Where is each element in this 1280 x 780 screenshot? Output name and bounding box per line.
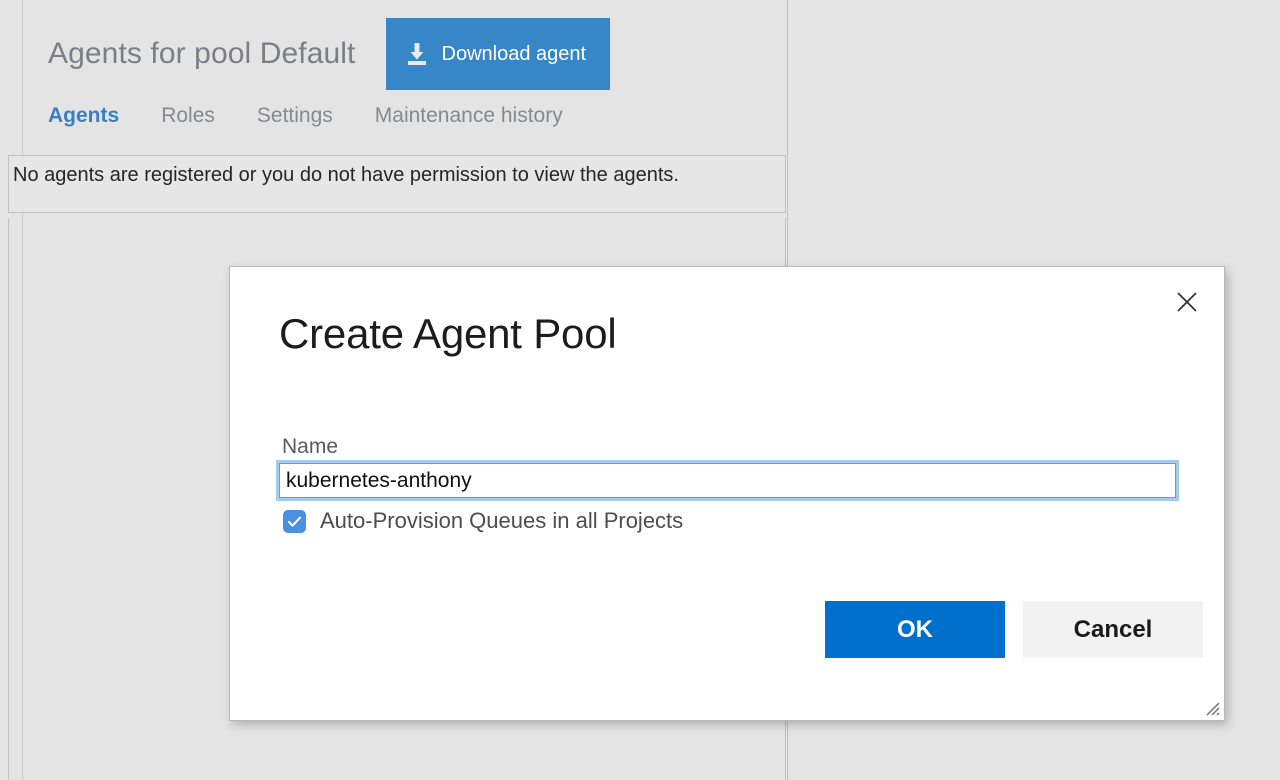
pool-name-input[interactable] <box>276 460 1179 501</box>
resize-grip-icon[interactable] <box>1203 699 1221 717</box>
close-icon[interactable] <box>1170 285 1204 319</box>
page-header: Agents for pool Default Download agent <box>48 18 611 90</box>
name-field-label: Name <box>282 435 339 458</box>
tab-maintenance-history-label: Maintenance history <box>374 104 563 127</box>
dialog-button-row: OK Cancel <box>825 601 1203 658</box>
tab-settings[interactable]: Settings <box>257 104 333 128</box>
download-agent-button[interactable]: Download agent <box>385 18 611 90</box>
cancel-button[interactable]: Cancel <box>1023 601 1203 658</box>
tab-maintenance-history[interactable]: Maintenance history <box>375 104 563 128</box>
tab-agents-label: Agents <box>48 104 120 127</box>
download-agent-label: Download agent <box>441 42 587 65</box>
tab-agents[interactable]: Agents <box>48 104 119 128</box>
tab-roles[interactable]: Roles <box>161 104 215 128</box>
tab-roles-label: Roles <box>161 104 215 127</box>
create-agent-pool-dialog: Create Agent Pool Name Auto-Provision Qu… <box>229 266 1225 721</box>
download-icon <box>406 42 428 66</box>
empty-state-message-box: No agents are registered or you do not h… <box>8 155 786 213</box>
auto-provision-row[interactable]: Auto-Provision Queues in all Projects <box>283 508 683 534</box>
tab-bar: Agents Roles Settings Maintenance histor… <box>48 104 563 128</box>
ok-button[interactable]: OK <box>825 601 1005 658</box>
tab-settings-label: Settings <box>256 104 333 127</box>
dialog-title: Create Agent Pool <box>279 310 617 357</box>
empty-state-message: No agents are registered or you do not h… <box>13 164 679 186</box>
page-title: Agents for pool Default <box>48 37 356 70</box>
auto-provision-checkbox[interactable] <box>283 509 306 533</box>
auto-provision-label[interactable]: Auto-Provision Queues in all Projects <box>320 508 683 534</box>
